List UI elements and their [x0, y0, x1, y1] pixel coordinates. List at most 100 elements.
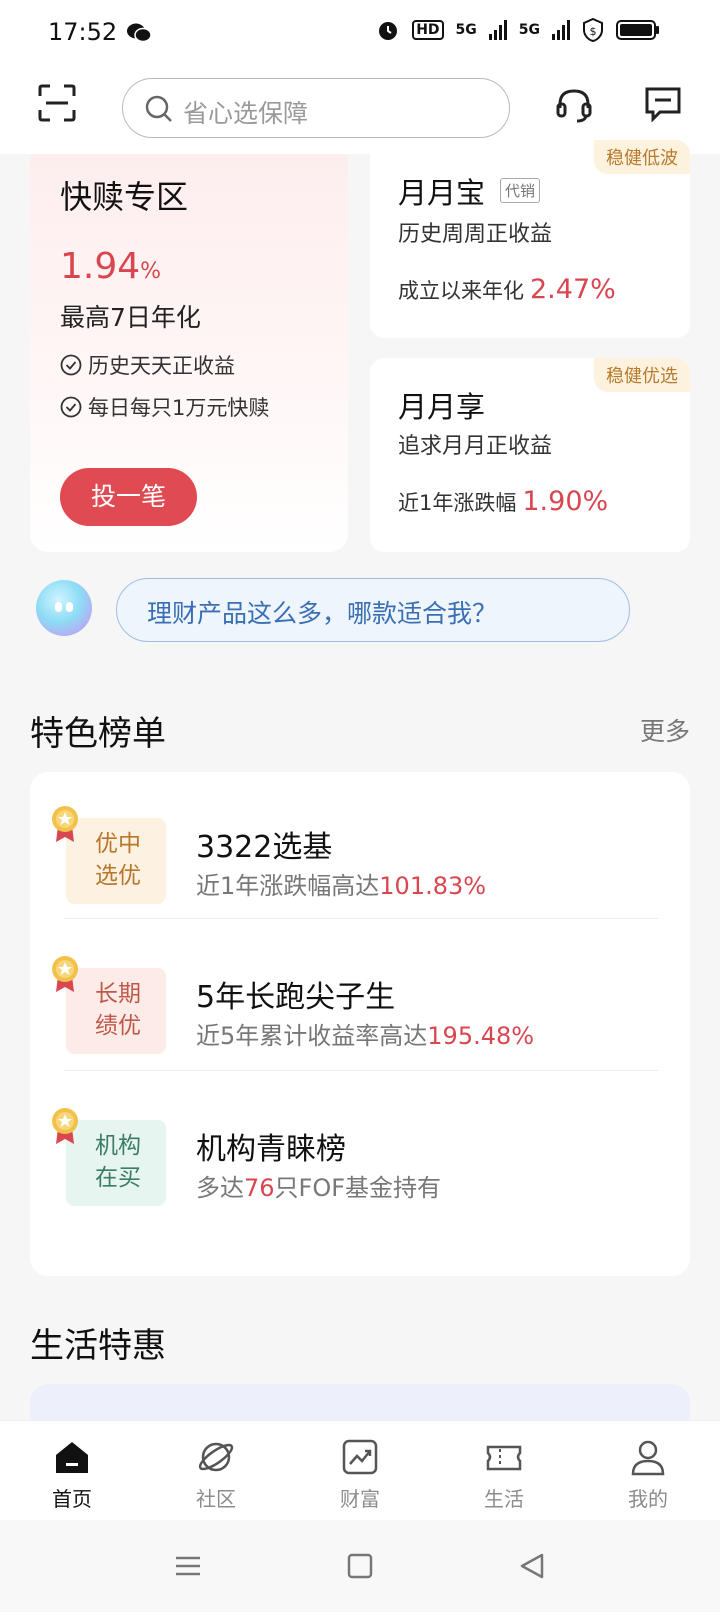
agency-sale-tag: 代销 — [500, 178, 541, 203]
yueyuebao-title: 月月宝 — [398, 176, 486, 210]
signal-5g-1: 5G — [455, 22, 477, 38]
feature-check-1: 历史天天正收益 — [60, 350, 235, 380]
avatar-eye — [66, 602, 73, 612]
ai-prompt-text: 理财产品这么多，哪款适合我？ — [147, 599, 498, 628]
feature-text: 历史天天正收益 — [88, 354, 235, 378]
menu-icon[interactable] — [172, 1550, 204, 1582]
ranking-badge: 机构 在买 — [66, 1120, 166, 1206]
search-box[interactable]: 省心选保障 — [122, 78, 510, 138]
quick-redeem-rate: 1.94% — [60, 246, 161, 287]
subtitle-text: 多达 — [196, 1174, 244, 1202]
bottom-nav: 首页 社区 财富 生活 我的 — [0, 1420, 720, 1520]
nav-home[interactable]: 首页 — [0, 1421, 144, 1520]
signal-5g-2: 5G — [518, 22, 540, 38]
yueyuebao-rate-row: 成立以来年化 2.47% — [398, 274, 616, 305]
ai-assistant-bubble[interactable]: 理财产品这么多，哪款适合我？ — [116, 578, 630, 642]
nav-label: 首页 — [52, 1487, 92, 1511]
yueyuexiang-sub: 追求月月正收益 — [398, 434, 553, 459]
nav-life[interactable]: 生活 — [432, 1421, 576, 1520]
wechat-icon — [127, 23, 152, 43]
ranking-item[interactable]: 机构在买 机构青睐榜 多达76只FOF基金持有 — [30, 1086, 690, 1236]
ranking-section-title: 特色榜单 — [30, 714, 166, 754]
ranking-badge-text: 机构 在买 — [92, 1130, 144, 1194]
yueyuexiang-rate-row: 近1年涨跌幅 1.90% — [398, 486, 608, 517]
yueyuexiang-card[interactable]: 稳健优选 月月享 追求月月正收益 近1年涨跌幅 1.90% — [370, 358, 690, 552]
signal-bars-icon — [552, 20, 570, 40]
ranking-subtitle: 近5年累计收益率高达195.48% — [196, 1016, 534, 1051]
ranking-badge-text: 优中 选优 — [92, 828, 144, 892]
ranking-title: 5年长跑尖子生 — [196, 980, 396, 1015]
rate-value: 1.94 — [60, 246, 141, 287]
medal-icon — [52, 1108, 78, 1144]
life-section-title: 生活特惠 — [30, 1326, 166, 1366]
subtitle-text: 只FOF基金持有 — [274, 1174, 442, 1202]
rate-value: 2.47% — [530, 274, 616, 305]
message-icon[interactable] — [644, 86, 682, 122]
divider — [64, 918, 658, 919]
ticket-icon — [486, 1445, 522, 1471]
yueyuebao-sub: 历史周周正收益 — [398, 222, 553, 247]
home-square-icon[interactable] — [344, 1550, 376, 1582]
avatar-eye — [55, 602, 62, 612]
ranking-subtitle: 近1年涨跌幅高达101.83% — [196, 866, 486, 901]
highlight-value: 76 — [244, 1174, 275, 1202]
home-icon — [56, 1442, 88, 1473]
nav-wealth[interactable]: 财富 — [288, 1421, 432, 1520]
rate-unit: % — [140, 259, 162, 284]
nav-mine[interactable]: 我的 — [576, 1421, 720, 1520]
stable-badge: 稳健优选 — [594, 358, 690, 392]
subtitle-text: 近1年涨跌幅高达 — [196, 872, 380, 900]
ranking-badge: 长期 绩优 — [66, 968, 166, 1054]
ranking-title: 3322选基 — [196, 830, 333, 865]
scan-icon[interactable] — [38, 84, 76, 122]
system-nav-bar — [0, 1520, 720, 1612]
ranking-item[interactable]: 优中 选优 3322选基 近1年涨跌幅高达101.83% — [30, 784, 690, 934]
quick-redeem-rate-desc: 最高7日年化 — [60, 303, 201, 332]
subtitle-text: 近5年累计收益率高达 — [196, 1022, 428, 1050]
rate-value: 1.90% — [522, 486, 609, 517]
check-circle-icon — [60, 354, 82, 376]
quick-redeem-title: 快赎专区 — [60, 178, 189, 216]
status-time: 17:52 — [48, 18, 118, 46]
back-icon[interactable] — [516, 1550, 548, 1582]
medal-icon — [52, 956, 78, 992]
quick-redeem-card[interactable]: 快赎专区 1.94% 最高7日年化 历史天天正收益 每日每只1万元快赎 投一笔 — [30, 154, 348, 552]
yueyuebao-card[interactable]: 稳健低波 月月宝 代销 历史周周正收益 成立以来年化 2.47% — [370, 140, 690, 338]
search-placeholder: 省心选保障 — [183, 99, 309, 128]
life-deals-card[interactable] — [30, 1384, 690, 1424]
planet-icon — [198, 1442, 234, 1472]
check-circle-icon — [60, 396, 82, 418]
badge-line: 绩优 — [95, 1013, 141, 1039]
badge-line: 在买 — [95, 1165, 141, 1191]
signal-bars-icon — [488, 20, 507, 40]
search-icon — [145, 95, 172, 122]
badge-line: 长期 — [95, 981, 141, 1007]
yueyuexiang-title: 月月享 — [398, 390, 486, 424]
rate-label: 成立以来年化 — [398, 279, 524, 303]
svg-text:$: $ — [590, 25, 597, 38]
hd-indicator: HD — [412, 20, 444, 40]
nav-label: 我的 — [628, 1487, 668, 1511]
user-icon — [631, 1440, 665, 1476]
security-shield-icon: $ — [583, 18, 603, 42]
invest-button[interactable]: 投一笔 — [60, 468, 197, 526]
customer-service-icon[interactable] — [555, 86, 593, 124]
nav-label: 社区 — [196, 1487, 236, 1511]
ranking-item[interactable]: 长期绩优 5年长跑尖子生 近5年累计收益率高达195.48% — [30, 934, 690, 1084]
feature-check-2: 每日每只1万元快赎 — [60, 392, 269, 422]
ranking-title: 机构青睐榜 — [196, 1132, 346, 1167]
alarm-icon — [379, 22, 398, 40]
status-icons: HD 5G 5G $ — [376, 18, 660, 42]
ai-assistant-avatar[interactable] — [36, 580, 92, 636]
status-bar: 17:52 HD 5G 5G $ — [0, 0, 720, 66]
rate-label: 近1年涨跌幅 — [398, 491, 517, 515]
medal-icon — [52, 806, 78, 842]
badge-line: 机构 — [95, 1133, 141, 1159]
badge-line: 优中 — [95, 831, 141, 857]
ranking-more-link[interactable]: 更多 — [640, 712, 690, 748]
ranking-badge: 优中 选优 — [66, 818, 166, 904]
ranking-badge-text: 长期 绩优 — [92, 978, 144, 1042]
highlight-value: 101.83% — [379, 872, 487, 900]
nav-label: 生活 — [484, 1487, 524, 1511]
nav-community[interactable]: 社区 — [144, 1421, 288, 1520]
